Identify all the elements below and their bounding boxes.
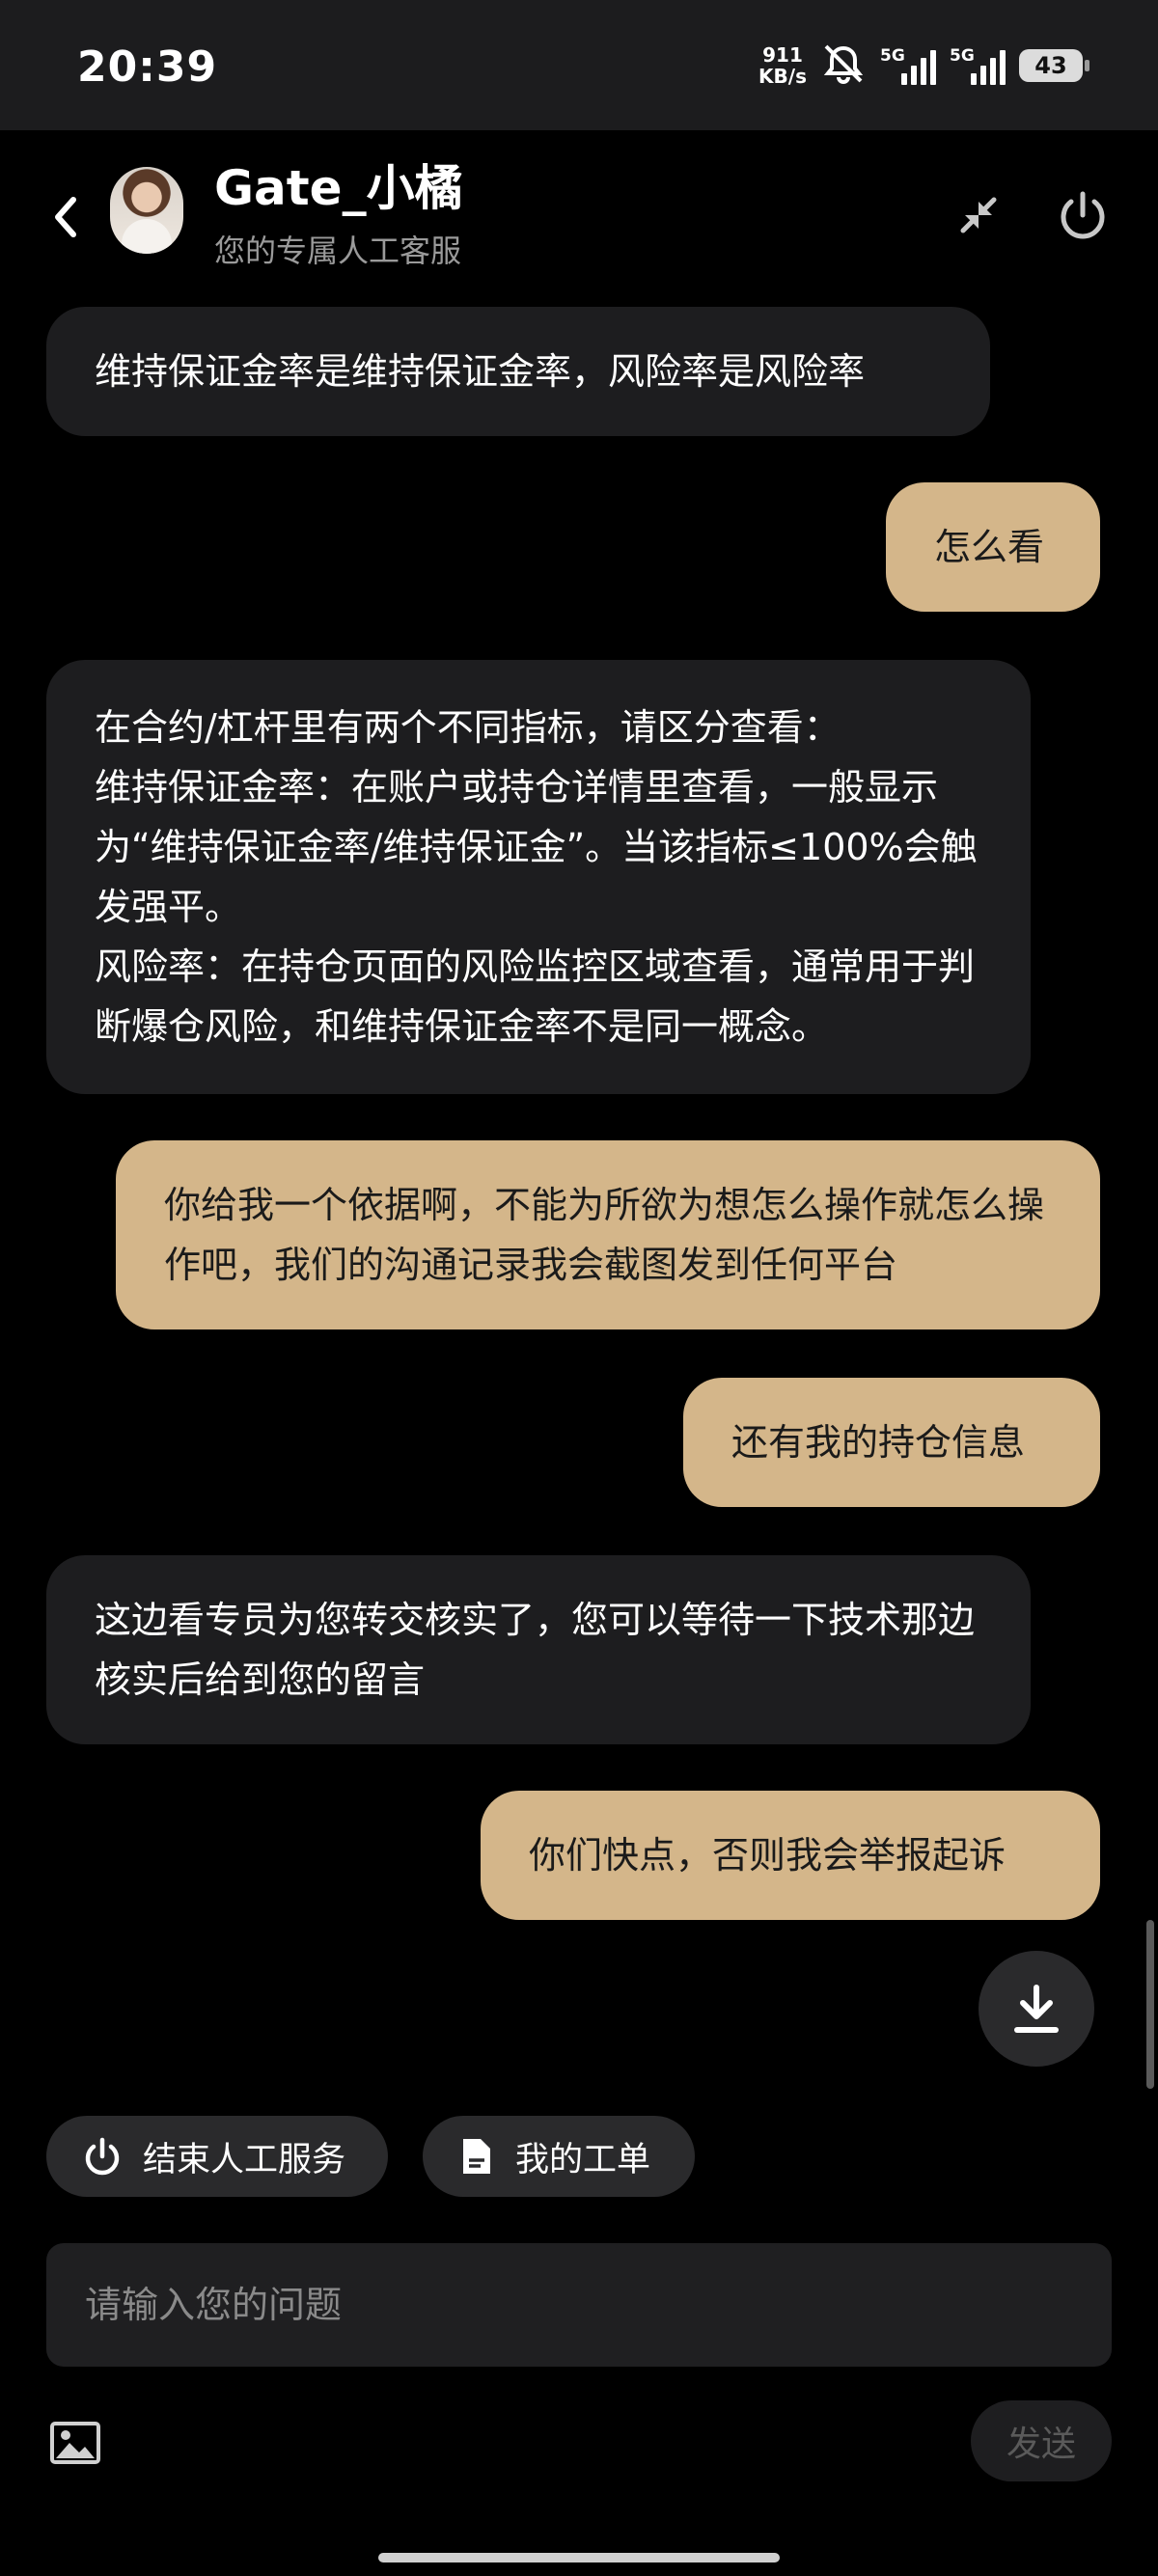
message-text: 你们快点，否则我会举报起诉 — [529, 1834, 1006, 1877]
message-text: 还有我的持仓信息 — [731, 1421, 1026, 1464]
battery-icon: 43 — [1019, 49, 1089, 82]
status-time: 20:39 — [77, 42, 218, 92]
chat-header: Gate_小橘 您的专属人工客服 — [0, 130, 1158, 304]
signal-sim2-icon: 5G — [950, 46, 1006, 85]
image-upload-button[interactable] — [46, 2414, 104, 2472]
scrollbar[interactable] — [1146, 1920, 1154, 2089]
end-service-button[interactable]: 结束人工服务 — [46, 2116, 388, 2197]
download-button[interactable] — [979, 1951, 1094, 2067]
send-label: 发送 — [1006, 2425, 1076, 2464]
status-bar: 20:39 911 KB/s 5G 5G 43 — [0, 0, 1158, 130]
message-text: 在合约/杠杆里有两个不同指标，请区分查看： 维持保证金率：在账户或持仓详情里查看… — [95, 706, 978, 1048]
sim1-label: 5G — [880, 46, 905, 66]
message-bubble-user: 还有我的持仓信息 — [683, 1378, 1100, 1507]
document-icon — [463, 2139, 490, 2174]
my-tickets-label: 我的工单 — [515, 2140, 651, 2179]
message-bubble-user: 你给我一个依据啊，不能为所欲为想怎么操作就怎么操作吧，我们的沟通记录我会截图发到… — [116, 1140, 1100, 1329]
signal-sim1-icon: 5G — [880, 46, 936, 85]
mute-icon — [820, 42, 867, 89]
message-input[interactable] — [85, 2284, 1112, 2326]
power-icon — [85, 2137, 120, 2176]
message-bubble-agent: 在合约/杠杆里有两个不同指标，请区分查看： 维持保证金率：在账户或持仓详情里查看… — [46, 660, 1031, 1094]
download-icon — [1014, 1985, 1059, 2033]
message-text: 怎么看 — [934, 526, 1045, 568]
message-text: 维持保证金率是维持保证金率，风险率是风险率 — [95, 350, 866, 393]
message-bubble-agent: 维持保证金率是维持保证金率，风险率是风险率 — [46, 307, 990, 436]
message-text: 你给我一个依据啊，不能为所欲为想怎么操作就怎么操作吧，我们的沟通记录我会截图发到… — [164, 1184, 1045, 1286]
send-button[interactable]: 发送 — [971, 2400, 1112, 2481]
message-bubble-agent: 这边看专员为您转交核实了，您可以等待一下技术那边核实后给到您的留言 — [46, 1555, 1031, 1744]
home-indicator[interactable] — [378, 2553, 780, 2562]
message-bubble-user: 你们快点，否则我会举报起诉 — [481, 1791, 1100, 1920]
network-speed-unit: KB/s — [758, 65, 807, 88]
minimize-button[interactable] — [950, 186, 1007, 244]
battery-level: 43 — [1034, 52, 1067, 79]
agent-name: Gate_小橘 — [214, 160, 463, 216]
message-text: 这边看专员为您转交核实了，您可以等待一下技术那边核实后给到您的留言 — [95, 1599, 976, 1701]
message-input-container — [46, 2243, 1112, 2367]
collapse-arrows-icon — [960, 197, 997, 233]
network-speed: 911 KB/s — [758, 44, 807, 87]
image-icon — [50, 2422, 100, 2464]
network-speed-value: 911 — [762, 43, 803, 67]
end-service-label: 结束人工服务 — [143, 2140, 346, 2179]
power-icon — [1061, 191, 1105, 239]
sim2-label: 5G — [950, 46, 975, 66]
my-tickets-button[interactable]: 我的工单 — [423, 2116, 695, 2197]
agent-subtitle: 您的专属人工客服 — [214, 233, 462, 269]
back-button[interactable] — [46, 188, 85, 246]
message-bubble-user: 怎么看 — [886, 482, 1100, 612]
system-nav-bar — [0, 2530, 1158, 2576]
end-session-button[interactable] — [1054, 186, 1112, 244]
status-icons: 911 KB/s 5G 5G 43 — [758, 39, 1089, 93]
agent-avatar — [110, 167, 183, 254]
chevron-left-icon — [55, 197, 76, 237]
